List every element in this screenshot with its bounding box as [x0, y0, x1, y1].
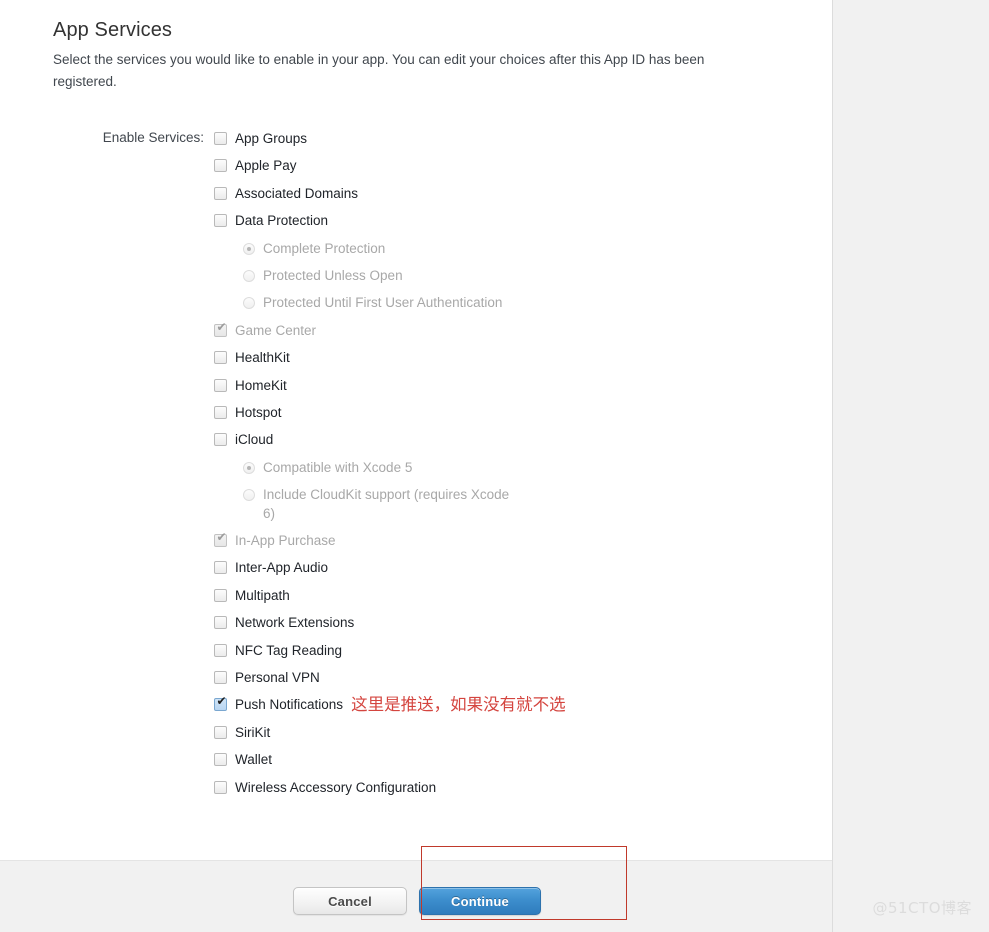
checkbox-game-center — [214, 324, 227, 337]
checkbox-in-app-purchase — [214, 534, 227, 547]
service-label: Hotspot — [235, 403, 282, 422]
service-label: SiriKit — [235, 723, 270, 742]
service-row[interactable]: Wallet — [214, 750, 814, 777]
checkbox-personal-vpn[interactable] — [214, 671, 227, 684]
service-label: HomeKit — [235, 376, 287, 395]
service-label: Personal VPN — [235, 668, 320, 687]
service-label: Multipath — [235, 586, 290, 605]
service-row[interactable]: NFC Tag Reading — [214, 641, 814, 668]
service-row[interactable]: HealthKit — [214, 348, 814, 375]
service-row: Compatible with Xcode 5 — [214, 458, 814, 485]
service-row: Complete Protection — [214, 239, 814, 266]
checkbox-network-extensions[interactable] — [214, 616, 227, 629]
service-label: Data Protection — [235, 211, 328, 230]
service-row[interactable]: Hotspot — [214, 403, 814, 430]
radio-protected-until-first-user-authentication — [243, 297, 255, 309]
checkbox-sirikit[interactable] — [214, 726, 227, 739]
service-row[interactable]: Data Protection — [214, 211, 814, 238]
service-row: In-App Purchase — [214, 531, 814, 558]
service-label: Wireless Accessory Configuration — [235, 778, 436, 797]
service-row: Include CloudKit support (requires Xcode… — [214, 485, 814, 531]
service-row[interactable]: Network Extensions — [214, 613, 814, 640]
service-label: Complete Protection — [263, 239, 385, 258]
screenshot-root: App Services Select the services you wou… — [0, 0, 989, 932]
checkbox-push-notifications[interactable] — [214, 698, 227, 711]
service-row[interactable]: Inter-App Audio — [214, 558, 814, 585]
checkbox-icloud[interactable] — [214, 433, 227, 446]
watermark: @51CTO博客 — [872, 897, 972, 918]
checkbox-hotspot[interactable] — [214, 406, 227, 419]
checkbox-wallet[interactable] — [214, 753, 227, 766]
service-label: App Groups — [235, 129, 307, 148]
enable-services-list: App Groups Apple Pay Associated Domains Dat… — [214, 129, 814, 805]
service-label: HealthKit — [235, 348, 290, 367]
service-label: Protected Unless Open — [263, 266, 403, 285]
checkbox-apple-pay[interactable] — [214, 159, 227, 172]
panel-content: App Services Select the services you wou… — [0, 0, 832, 860]
panel-footer: Cancel Continue — [0, 860, 832, 932]
checkbox-multipath[interactable] — [214, 589, 227, 602]
checkbox-nfc-tag-reading[interactable] — [214, 644, 227, 657]
service-label: Push Notifications — [235, 695, 343, 714]
checkbox-app-groups[interactable] — [214, 132, 227, 145]
radio-complete-protection — [243, 243, 255, 255]
radio-include-cloudkit-support-requires-xcode-6 — [243, 489, 255, 501]
service-label: Include CloudKit support (requires Xcode… — [263, 485, 523, 523]
service-row[interactable]: Associated Domains — [214, 184, 814, 211]
service-row: Game Center — [214, 321, 814, 348]
checkbox-wireless-accessory-configuration[interactable] — [214, 781, 227, 794]
service-row[interactable]: HomeKit — [214, 376, 814, 403]
service-label: iCloud — [235, 430, 273, 449]
service-label: Game Center — [235, 321, 316, 340]
page-title: App Services — [53, 19, 172, 42]
app-services-panel: App Services Select the services you wou… — [0, 0, 833, 932]
continue-button[interactable]: Continue — [419, 887, 541, 915]
service-row[interactable]: SiriKit — [214, 723, 814, 750]
service-row[interactable]: Wireless Accessory Configuration — [214, 778, 814, 805]
service-label: Inter-App Audio — [235, 558, 328, 577]
enable-services-label: Enable Services: — [80, 130, 204, 145]
service-label: Network Extensions — [235, 613, 354, 632]
service-row[interactable]: Apple Pay — [214, 156, 814, 183]
service-label: Wallet — [235, 750, 272, 769]
service-row[interactable]: Personal VPN — [214, 668, 814, 695]
service-row[interactable]: Multipath — [214, 586, 814, 613]
service-label: NFC Tag Reading — [235, 641, 342, 660]
push-notifications-annotation: 这里是推送，如果没有就不选 — [351, 695, 566, 714]
checkbox-homekit[interactable] — [214, 379, 227, 392]
checkbox-data-protection[interactable] — [214, 214, 227, 227]
checkbox-healthkit[interactable] — [214, 351, 227, 364]
page-description: Select the services you would like to en… — [53, 49, 753, 93]
service-label: Protected Until First User Authenticatio… — [263, 293, 502, 312]
service-row[interactable]: iCloud — [214, 430, 814, 457]
service-row[interactable]: Push Notifications 这里是推送，如果没有就不选 — [214, 695, 814, 722]
radio-compatible-with-xcode-5 — [243, 462, 255, 474]
service-row: Protected Unless Open — [214, 266, 814, 293]
radio-protected-unless-open — [243, 270, 255, 282]
cancel-button[interactable]: Cancel — [293, 887, 407, 915]
service-label: Apple Pay — [235, 156, 297, 175]
checkbox-inter-app-audio[interactable] — [214, 561, 227, 574]
checkbox-associated-domains[interactable] — [214, 187, 227, 200]
service-row: Protected Until First User Authenticatio… — [214, 293, 814, 320]
service-label: Compatible with Xcode 5 — [263, 458, 412, 477]
service-label: Associated Domains — [235, 184, 358, 203]
service-row[interactable]: App Groups — [214, 129, 814, 156]
service-label: In-App Purchase — [235, 531, 336, 550]
